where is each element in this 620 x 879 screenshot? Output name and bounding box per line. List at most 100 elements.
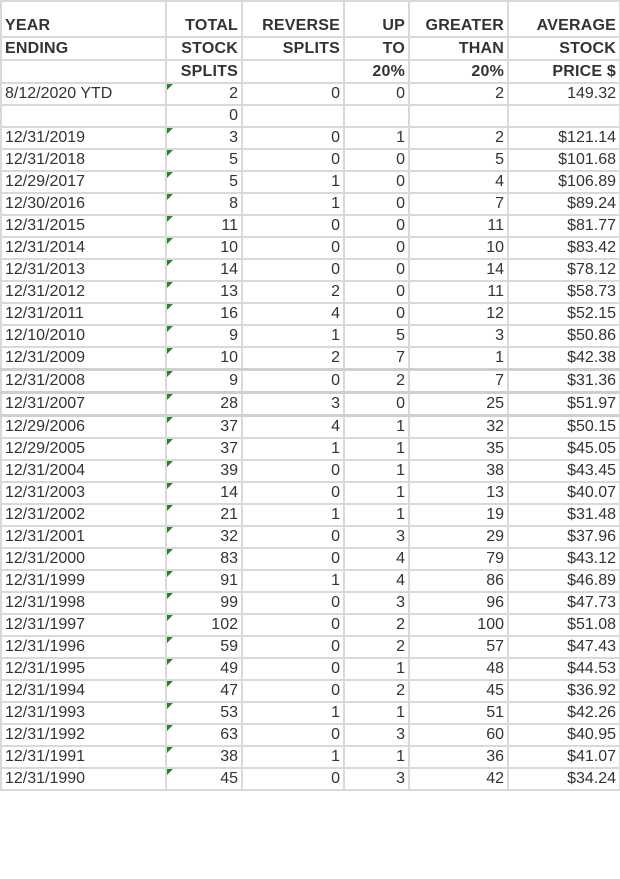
error-indicator-icon[interactable] <box>168 528 173 533</box>
up-to-20-cell[interactable]: 0 <box>343 302 410 326</box>
avg-price-cell[interactable]: $44.53 <box>507 657 620 681</box>
avg-price-cell[interactable]: $43.45 <box>507 459 620 483</box>
up-to-20-cell[interactable]: 1 <box>343 701 410 725</box>
header-cell-year[interactable] <box>0 59 167 84</box>
error-indicator-icon[interactable] <box>168 261 173 266</box>
reverse-splits-cell[interactable]: 0 <box>241 148 345 172</box>
greater-than-20-cell[interactable]: 38 <box>408 459 509 483</box>
error-indicator-icon[interactable] <box>168 440 173 445</box>
error-indicator-icon[interactable] <box>168 217 173 222</box>
up-to-20-cell[interactable]: 4 <box>343 569 410 593</box>
year-ending-cell[interactable]: 12/29/2005 <box>0 437 167 461</box>
reverse-splits-cell[interactable]: 0 <box>241 767 345 791</box>
up-to-20-cell[interactable]: 1 <box>343 657 410 681</box>
year-ending-cell[interactable]: 12/31/1993 <box>0 701 167 725</box>
year-ending-cell[interactable]: 12/31/2011 <box>0 302 167 326</box>
error-indicator-icon[interactable] <box>168 726 173 731</box>
reverse-splits-cell[interactable]: 4 <box>241 414 345 439</box>
greater-than-20-cell[interactable]: 14 <box>408 258 509 282</box>
header-cell-year[interactable]: YEAR <box>0 0 167 38</box>
reverse-splits-cell[interactable] <box>241 104 345 128</box>
up-to-20-cell[interactable]: 0 <box>343 148 410 172</box>
greater-than-20-cell[interactable]: 36 <box>408 745 509 769</box>
avg-price-cell[interactable]: $106.89 <box>507 170 620 194</box>
up-to-20-cell[interactable]: 0 <box>343 391 410 417</box>
avg-price-cell[interactable]: $58.73 <box>507 280 620 304</box>
header-cell-reverse[interactable]: REVERSE <box>241 0 345 38</box>
up-to-20-cell[interactable]: 2 <box>343 613 410 637</box>
up-to-20-cell[interactable]: 1 <box>343 481 410 505</box>
greater-than-20-cell[interactable]: 35 <box>408 437 509 461</box>
year-ending-cell[interactable]: 12/30/2016 <box>0 192 167 216</box>
total-splits-cell[interactable]: 9 <box>165 324 243 348</box>
error-indicator-icon[interactable] <box>168 239 173 244</box>
error-indicator-icon[interactable] <box>168 704 173 709</box>
total-splits-cell[interactable]: 10 <box>165 236 243 260</box>
error-indicator-icon[interactable] <box>168 660 173 665</box>
reverse-splits-cell[interactable]: 0 <box>241 368 345 394</box>
total-splits-cell[interactable]: 28 <box>165 391 243 417</box>
error-indicator-icon[interactable] <box>168 151 173 156</box>
total-splits-cell[interactable]: 45 <box>165 767 243 791</box>
avg-price-cell[interactable]: $42.26 <box>507 701 620 725</box>
total-splits-cell[interactable]: 16 <box>165 302 243 326</box>
year-ending-cell[interactable]: 12/31/2003 <box>0 481 167 505</box>
header-cell-year[interactable]: ENDING <box>0 36 167 61</box>
reverse-splits-cell[interactable]: 0 <box>241 481 345 505</box>
year-ending-cell[interactable]: 12/31/2012 <box>0 280 167 304</box>
error-indicator-icon[interactable] <box>168 129 173 134</box>
avg-price-cell[interactable]: $40.95 <box>507 723 620 747</box>
year-ending-cell[interactable]: 12/31/2018 <box>0 148 167 172</box>
total-splits-cell[interactable]: 102 <box>165 613 243 637</box>
total-splits-cell[interactable]: 0 <box>165 104 243 128</box>
up-to-20-cell[interactable]: 0 <box>343 236 410 260</box>
reverse-splits-cell[interactable]: 0 <box>241 525 345 549</box>
up-to-20-cell[interactable]: 7 <box>343 346 410 371</box>
greater-than-20-cell[interactable]: 3 <box>408 324 509 348</box>
total-splits-cell[interactable]: 9 <box>165 368 243 394</box>
avg-price-cell[interactable]: $121.14 <box>507 126 620 150</box>
reverse-splits-cell[interactable]: 1 <box>241 437 345 461</box>
up-to-20-cell[interactable]: 1 <box>343 414 410 439</box>
avg-price-cell[interactable]: $83.42 <box>507 236 620 260</box>
reverse-splits-cell[interactable]: 1 <box>241 170 345 194</box>
header-cell-average[interactable]: STOCK <box>507 36 620 61</box>
year-ending-cell[interactable] <box>0 104 167 128</box>
year-ending-cell[interactable]: 12/31/2000 <box>0 547 167 571</box>
up-to-20-cell[interactable]: 1 <box>343 437 410 461</box>
avg-price-cell[interactable]: $51.08 <box>507 613 620 637</box>
avg-price-cell[interactable]: $45.05 <box>507 437 620 461</box>
reverse-splits-cell[interactable]: 0 <box>241 236 345 260</box>
avg-price-cell[interactable]: $43.12 <box>507 547 620 571</box>
total-splits-cell[interactable]: 13 <box>165 280 243 304</box>
total-splits-cell[interactable]: 11 <box>165 214 243 238</box>
year-ending-cell[interactable]: 12/31/1996 <box>0 635 167 659</box>
up-to-20-cell[interactable]: 1 <box>343 503 410 527</box>
total-splits-cell[interactable]: 14 <box>165 258 243 282</box>
header-cell-average[interactable]: PRICE $ <box>507 59 620 84</box>
greater-than-20-cell[interactable]: 96 <box>408 591 509 615</box>
reverse-splits-cell[interactable]: 3 <box>241 391 345 417</box>
reverse-splits-cell[interactable]: 0 <box>241 258 345 282</box>
header-cell-total[interactable]: TOTAL <box>165 0 243 38</box>
header-cell-up[interactable]: 20% <box>343 59 410 84</box>
reverse-splits-cell[interactable]: 1 <box>241 503 345 527</box>
total-splits-cell[interactable]: 38 <box>165 745 243 769</box>
year-ending-cell[interactable]: 12/31/2001 <box>0 525 167 549</box>
year-ending-cell[interactable]: 12/31/2013 <box>0 258 167 282</box>
avg-price-cell[interactable]: $50.15 <box>507 414 620 439</box>
total-splits-cell[interactable]: 99 <box>165 591 243 615</box>
reverse-splits-cell[interactable]: 2 <box>241 346 345 371</box>
avg-price-cell[interactable]: $34.24 <box>507 767 620 791</box>
year-ending-cell[interactable]: 12/31/1990 <box>0 767 167 791</box>
greater-than-20-cell[interactable]: 42 <box>408 767 509 791</box>
avg-price-cell[interactable] <box>507 104 620 128</box>
error-indicator-icon[interactable] <box>168 395 173 400</box>
total-splits-cell[interactable]: 32 <box>165 525 243 549</box>
header-cell-up[interactable]: UP <box>343 0 410 38</box>
greater-than-20-cell[interactable]: 10 <box>408 236 509 260</box>
error-indicator-icon[interactable] <box>168 462 173 467</box>
error-indicator-icon[interactable] <box>168 327 173 332</box>
avg-price-cell[interactable]: $101.68 <box>507 148 620 172</box>
up-to-20-cell[interactable]: 0 <box>343 280 410 304</box>
